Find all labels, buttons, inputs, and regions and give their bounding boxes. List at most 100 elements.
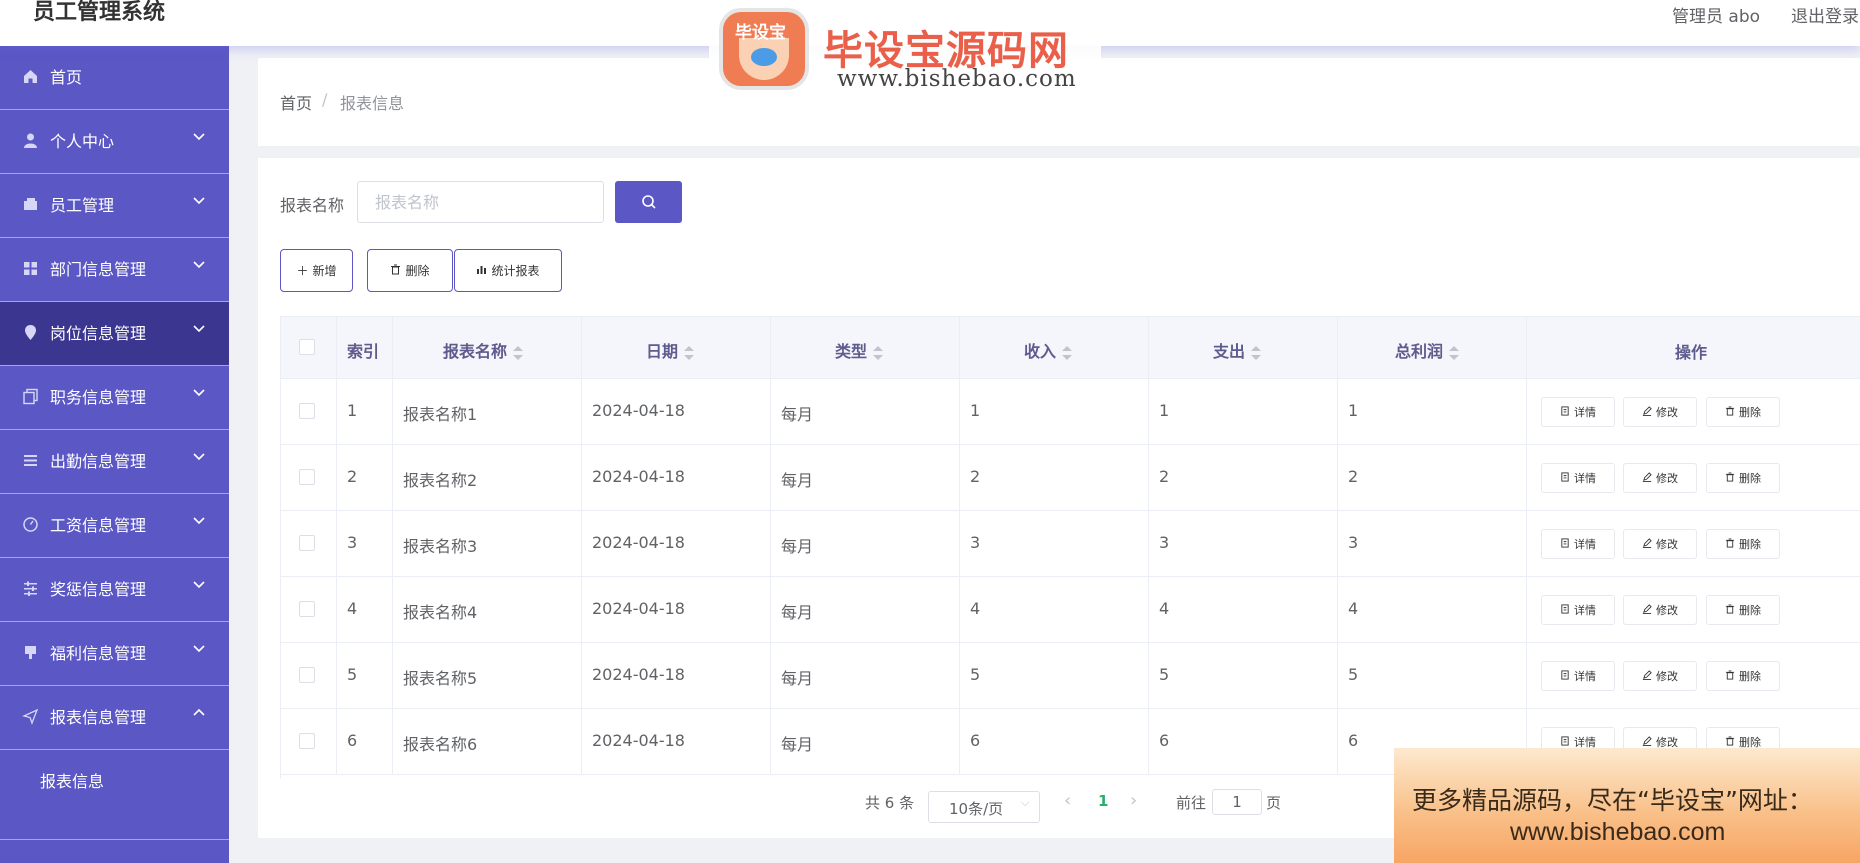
detail-button[interactable]: 详情: [1541, 397, 1615, 427]
sidebar-item-report[interactable]: 报表信息管理: [0, 686, 229, 750]
edit-button[interactable]: 修改: [1623, 529, 1697, 559]
cell-name: 报表名称5: [393, 643, 582, 708]
trash-icon: [1725, 603, 1735, 617]
edit-button[interactable]: 修改: [1623, 595, 1697, 625]
stats-report-button[interactable]: 统计报表: [454, 249, 562, 292]
header-date-cell[interactable]: 日期: [582, 317, 771, 378]
cell-type-text: 每月: [781, 603, 814, 622]
header-income-cell[interactable]: 收入: [960, 317, 1149, 378]
edit-icon: [1642, 405, 1652, 419]
sidebar-item-department[interactable]: 部门信息管理: [0, 238, 229, 302]
bar-chart-icon: [476, 264, 487, 278]
detail-button[interactable]: 详情: [1541, 661, 1615, 691]
row-delete-button[interactable]: 删除: [1706, 463, 1780, 493]
detail-button[interactable]: 详情: [1541, 595, 1615, 625]
cell-index-text: 2: [347, 467, 358, 486]
header-type-cell[interactable]: 类型: [771, 317, 960, 378]
detail-button-label: 详情: [1574, 472, 1596, 485]
chevron-up-icon: [192, 706, 206, 720]
watermark-banner: 更多精品源码，尽在“毕设宝”网址： www.bishebao.com: [1394, 748, 1860, 863]
detail-button-label: 详情: [1574, 538, 1596, 551]
wallet-icon: [22, 196, 39, 213]
header-expense-cell[interactable]: 支出: [1149, 317, 1338, 378]
logout-link[interactable]: 退出登录: [1791, 2, 1859, 27]
goto-page-input[interactable]: [1212, 789, 1262, 815]
next-page-button[interactable]: ›: [1130, 790, 1137, 811]
cell-date-text: 2024-04-18: [592, 467, 685, 486]
prev-page-button[interactable]: ‹: [1064, 790, 1071, 811]
sort-icon[interactable]: [873, 345, 884, 361]
sidebar-item-reward[interactable]: 奖惩信息管理: [0, 558, 229, 622]
sort-icon[interactable]: [1449, 345, 1460, 361]
sort-icon[interactable]: [1062, 345, 1073, 361]
sidebar-item-employee[interactable]: 员工管理: [0, 174, 229, 238]
watermark-banner-line1: 更多精品源码，尽在“毕设宝”网址：: [1412, 786, 1813, 815]
sidebar-item-job[interactable]: 职务信息管理: [0, 366, 229, 430]
cell-name-text: 报表名称3: [403, 537, 478, 556]
row-select-cell: [281, 643, 337, 708]
sidebar-item-label: 福利信息管理: [50, 644, 147, 663]
row-delete-button-label: 删除: [1739, 670, 1761, 683]
breadcrumb-home[interactable]: 首页: [280, 90, 312, 114]
row-checkbox[interactable]: [299, 601, 315, 617]
detail-button[interactable]: 详情: [1541, 529, 1615, 559]
detail-button[interactable]: 详情: [1541, 463, 1615, 493]
sidebar-subitem-report-info[interactable]: 报表信息: [0, 750, 229, 840]
row-delete-button-label: 删除: [1739, 406, 1761, 419]
cell-date: 2024-04-18: [582, 511, 771, 576]
row-checkbox[interactable]: [299, 469, 315, 485]
edit-button[interactable]: 修改: [1623, 463, 1697, 493]
row-delete-button[interactable]: 删除: [1706, 529, 1780, 559]
row-checkbox[interactable]: [299, 535, 315, 551]
delete-button[interactable]: 删除: [367, 249, 453, 292]
header-profit-cell[interactable]: 总利润: [1338, 317, 1527, 378]
chevron-down-icon: [192, 578, 206, 592]
sort-icon[interactable]: [1251, 345, 1262, 361]
report-name-search-input[interactable]: [357, 181, 604, 223]
row-delete-button[interactable]: 删除: [1706, 661, 1780, 691]
sidebar-item-attendance[interactable]: 出勤信息管理: [0, 430, 229, 494]
page-number-current[interactable]: 1: [1098, 792, 1108, 810]
location-icon: [22, 324, 39, 341]
cell-name-text: 报表名称4: [403, 603, 478, 622]
cell-date: 2024-04-18: [582, 643, 771, 708]
cell-income-text: 5: [970, 665, 981, 684]
chevron-down-icon: [192, 322, 206, 336]
select-all-checkbox[interactable]: [299, 339, 315, 355]
page-size-select[interactable]: 10条/页 ⌵: [928, 791, 1040, 823]
row-checkbox[interactable]: [299, 667, 315, 683]
cell-income-text: 4: [970, 599, 981, 618]
cell-expense: 6: [1149, 709, 1338, 774]
sidebar-item-label: 职务信息管理: [50, 388, 147, 407]
sort-icon[interactable]: [684, 345, 695, 361]
sidebar-item-position[interactable]: 岗位信息管理: [0, 302, 229, 366]
row-delete-button[interactable]: 删除: [1706, 595, 1780, 625]
row-checkbox[interactable]: [299, 403, 315, 419]
sort-icon[interactable]: [513, 345, 524, 361]
search-button[interactable]: [615, 181, 682, 223]
cell-actions: 详情 修改 删除: [1527, 445, 1860, 510]
sidebar-item-personal[interactable]: 个人中心: [0, 110, 229, 174]
cell-name: 报表名称4: [393, 577, 582, 642]
add-button[interactable]: ＋ 新增: [280, 249, 353, 292]
cell-type: 每月: [771, 709, 960, 774]
cell-type: 每月: [771, 643, 960, 708]
cell-date-text: 2024-04-18: [592, 599, 685, 618]
table-row: 5 报表名称5 2024-04-18 每月 5 5 5 详情 修改 删除: [281, 643, 1860, 709]
header-name-cell[interactable]: 报表名称: [393, 317, 582, 378]
row-delete-button[interactable]: 删除: [1706, 397, 1780, 427]
column-header-expense: 支出: [1213, 342, 1246, 361]
trash-icon: [1725, 735, 1735, 749]
cell-date-text: 2024-04-18: [592, 401, 685, 420]
sidebar-item-welfare[interactable]: 福利信息管理: [0, 622, 229, 686]
sidebar-item-home[interactable]: 首页: [0, 46, 229, 110]
row-checkbox[interactable]: [299, 733, 315, 749]
sidebar-item-salary[interactable]: 工资信息管理: [0, 494, 229, 558]
cell-profit: 1: [1338, 379, 1527, 444]
edit-button[interactable]: 修改: [1623, 397, 1697, 427]
sidebar-subitem-label: 报表信息: [40, 772, 105, 791]
cell-profit-text: 6: [1348, 731, 1359, 750]
search-label: 报表名称: [280, 196, 345, 215]
edit-button[interactable]: 修改: [1623, 661, 1697, 691]
watermark-banner-line2: www.bishebao.com: [1510, 818, 1726, 846]
